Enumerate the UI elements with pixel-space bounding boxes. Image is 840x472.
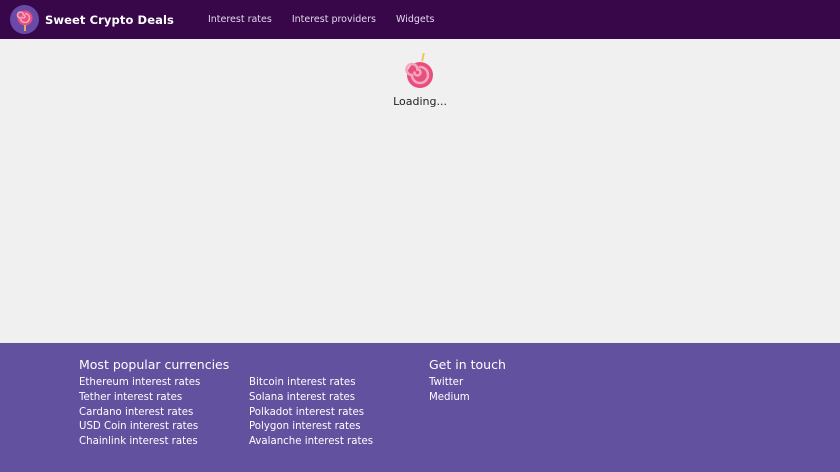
nav-interest-providers[interactable]: Interest providers [292,14,376,25]
main-content: Loading... [0,39,840,343]
footer: Most popular currencies Ethereum interes… [0,343,840,472]
footer-link-bitcoin[interactable]: Bitcoin interest rates [249,376,373,391]
top-navbar: Sweet Crypto Deals Interest rates Intere… [0,0,840,39]
loading-indicator: Loading... [393,52,447,108]
main-nav: Interest rates Interest providers Widget… [208,14,454,25]
page: Sweet Crypto Deals Interest rates Intere… [0,0,840,472]
lollipop-spinner-icon [404,52,436,93]
brand-name: Sweet Crypto Deals [45,12,174,27]
footer-link-ethereum[interactable]: Ethereum interest rates [79,376,200,391]
footer-link-avalanche[interactable]: Avalanche interest rates [249,435,373,450]
nav-interest-rates[interactable]: Interest rates [208,14,272,25]
loading-text: Loading... [393,95,447,108]
nav-widgets[interactable]: Widgets [396,14,434,25]
footer-link-tether[interactable]: Tether interest rates [79,391,200,406]
footer-link-chainlink[interactable]: Chainlink interest rates [79,435,200,450]
lollipop-icon [10,5,39,34]
popular-currencies-col-1: Ethereum interest rates Tether interest … [79,376,200,450]
footer-link-twitter[interactable]: Twitter [429,376,470,391]
footer-link-usd-coin[interactable]: USD Coin interest rates [79,420,200,435]
get-in-touch-heading: Get in touch [429,357,506,372]
popular-currencies-col-2: Bitcoin interest rates Solana interest r… [249,376,373,450]
brand-home-link[interactable]: Sweet Crypto Deals [10,5,174,34]
footer-link-cardano[interactable]: Cardano interest rates [79,406,200,421]
footer-link-polkadot[interactable]: Polkadot interest rates [249,406,373,421]
contact-links: Twitter Medium [429,376,470,406]
footer-link-medium[interactable]: Medium [429,391,470,406]
footer-link-solana[interactable]: Solana interest rates [249,391,373,406]
popular-currencies-heading: Most popular currencies [79,357,230,372]
footer-link-polygon[interactable]: Polygon interest rates [249,420,373,435]
